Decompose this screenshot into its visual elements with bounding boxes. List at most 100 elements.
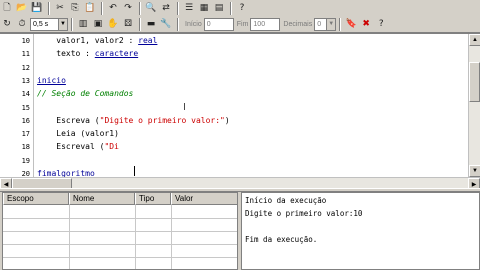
code-string: "Digite o primeiro valor:" — [99, 115, 225, 125]
table-row-line — [3, 257, 237, 258]
column-header-escopo[interactable]: Escopo — [3, 193, 69, 205]
line-number: 18 — [21, 143, 30, 152]
decimais-select[interactable]: 0 ▼ — [314, 17, 337, 31]
code-line[interactable]: texto : caractere — [37, 49, 138, 58]
code-keyword: inicio — [37, 75, 66, 85]
line-number: 19 — [21, 156, 30, 165]
decimais-value: 0 — [317, 20, 322, 28]
line-number: 11 — [21, 50, 30, 59]
hand-icon[interactable]: ✋ — [106, 17, 120, 31]
code-line[interactable]: Escreva ("Digite o primeiro valor:") — [37, 115, 230, 125]
code-editor[interactable]: 10 11 12 13 14 15 16 17 18 19 20 valor1, valor2 : … — [0, 33, 480, 190]
column-header-nome[interactable]: Nome — [69, 193, 135, 205]
text-cursor — [134, 166, 135, 176]
decimais-label: Decimais — [283, 20, 313, 28]
table-column-line — [69, 205, 70, 269]
scroll-up-icon[interactable]: ▲ — [469, 34, 480, 46]
speed-value: 0,5 s — [33, 20, 49, 28]
line-number: 17 — [21, 130, 30, 139]
code-string: "Di — [104, 142, 119, 152]
code-comment: // Seção de Comandos — [37, 89, 134, 99]
bookmark-icon[interactable]: 🔖 — [344, 17, 358, 31]
toolbar-separator — [139, 1, 141, 15]
code-text: Escreva ( — [37, 115, 100, 125]
output-console[interactable]: Início da execução Digite o primeiro valo… — [241, 192, 480, 270]
line-number: 10 — [21, 37, 30, 45]
toolbar-separator — [139, 17, 141, 31]
code-line[interactable]: inicio — [37, 76, 66, 85]
redo-icon[interactable]: ↷ — [121, 1, 135, 15]
fim-field[interactable]: 100 — [250, 17, 281, 31]
tools-icon[interactable]: 🔧 — [159, 17, 173, 31]
code-text: ) — [224, 115, 230, 125]
undo-icon[interactable]: ↶ — [106, 1, 120, 15]
vertical-scroll-thumb[interactable] — [469, 62, 480, 102]
output-line: Fim da execução. — [245, 235, 318, 244]
code-line[interactable]: Leia (valor1) — [37, 129, 119, 138]
help-icon[interactable]: ? — [235, 1, 249, 15]
replace-icon[interactable]: ⇄ — [159, 1, 173, 15]
line-number: 14 — [21, 90, 30, 99]
line-number: 13 — [21, 76, 30, 85]
table-row-line — [3, 244, 237, 245]
toolbar-separator — [48, 1, 50, 15]
clear-bookmark-icon[interactable]: ✖ — [359, 17, 373, 31]
toolbar-separator — [177, 17, 179, 31]
help-icon[interactable]: ? — [374, 17, 388, 31]
chevron-down-icon[interactable]: ▼ — [58, 18, 67, 30]
scroll-down-icon[interactable]: ▼ — [469, 165, 480, 177]
code-keyword: caractere — [94, 49, 139, 59]
line-number: 15 — [21, 103, 30, 112]
code-text: Escreval ( — [37, 142, 105, 152]
visualg-window: 🗋 📂 💾 ✂ ⎘ 📋 ↶ ↷ 🔍 ⇄ ☰ ▦ ▤ ? ↻ ⏱ 0,5 s ▼ … — [0, 0, 480, 270]
code-keyword: real — [138, 36, 158, 45]
code-text: texto : — [37, 49, 95, 59]
inicio-label: Início — [185, 20, 202, 28]
dos-icon[interactable]: ▬ — [144, 17, 158, 31]
code-line[interactable]: valor1, valor2 : real — [37, 36, 157, 45]
speed-select[interactable]: 0,5 s ▼ — [30, 17, 68, 31]
output-line: Início da execução — [245, 196, 327, 205]
table-row-line — [3, 231, 237, 232]
table-column-line — [171, 205, 172, 269]
run-step-icon[interactable]: ↻ — [0, 17, 14, 31]
toolbar-separator — [177, 1, 179, 15]
paste-icon[interactable]: 📋 — [83, 1, 97, 15]
copy-icon[interactable]: ⎘ — [68, 1, 82, 15]
line-number-gutter: 10 11 12 13 14 15 16 17 18 19 20 — [3, 34, 34, 178]
cut-icon[interactable]: ✂ — [53, 1, 67, 15]
variables-icon[interactable]: ▥ — [76, 17, 90, 31]
vertical-scrollbar[interactable]: ▲ ▼ — [468, 34, 480, 177]
code-text: valor1, valor2 : — [37, 36, 139, 45]
inicio-field[interactable]: 0 — [203, 17, 234, 31]
code-line[interactable]: Escreval ("Di — [37, 142, 119, 151]
output-icon[interactable]: ▣ — [91, 17, 105, 31]
ibeam-cursor-icon: I — [183, 102, 186, 113]
find-icon[interactable]: 🔍 — [144, 1, 158, 15]
save-icon[interactable]: 💾 — [30, 1, 44, 15]
toolbar-separator — [339, 17, 342, 31]
dice-icon[interactable]: ⚄ — [121, 17, 135, 31]
output-line: Digite o primeiro valor:10 — [245, 209, 363, 218]
run-toolbar: ↻ ⏱ 0,5 s ▼ ▥ ▣ ✋ ⚄ ▬ 🔧 Início 0 Fim 100… — [0, 16, 480, 33]
chevron-down-icon[interactable]: ▼ — [326, 18, 336, 30]
variables-table: Escopo Nome Tipo Valor — [2, 192, 238, 270]
code-line[interactable]: // Seção de Comandos — [37, 89, 133, 98]
fim-label: Fim — [236, 20, 249, 28]
column-header-tipo[interactable]: Tipo — [135, 193, 171, 205]
grid-icon[interactable]: ▦ — [197, 1, 211, 15]
timer-icon[interactable]: ⏱ — [15, 17, 29, 31]
list-icon[interactable]: ☰ — [182, 1, 196, 15]
table-column-line — [135, 205, 136, 269]
main-toolbar: 🗋 📂 💾 ✂ ⎘ 📋 ↶ ↷ 🔍 ⇄ ☰ ▦ ▤ ? — [0, 0, 480, 17]
toolbar-separator — [71, 17, 73, 31]
column-header-valor[interactable]: Valor — [171, 193, 237, 205]
code-text: Leia (valor1) — [37, 129, 119, 139]
table-row-line — [3, 218, 237, 219]
new-file-icon[interactable]: 🗋 — [0, 1, 14, 15]
line-number: 12 — [21, 63, 30, 72]
open-folder-icon[interactable]: 📂 — [15, 1, 29, 15]
toolbar-separator — [101, 1, 103, 15]
table-icon[interactable]: ▤ — [212, 1, 226, 15]
toolbar-separator — [230, 1, 232, 15]
